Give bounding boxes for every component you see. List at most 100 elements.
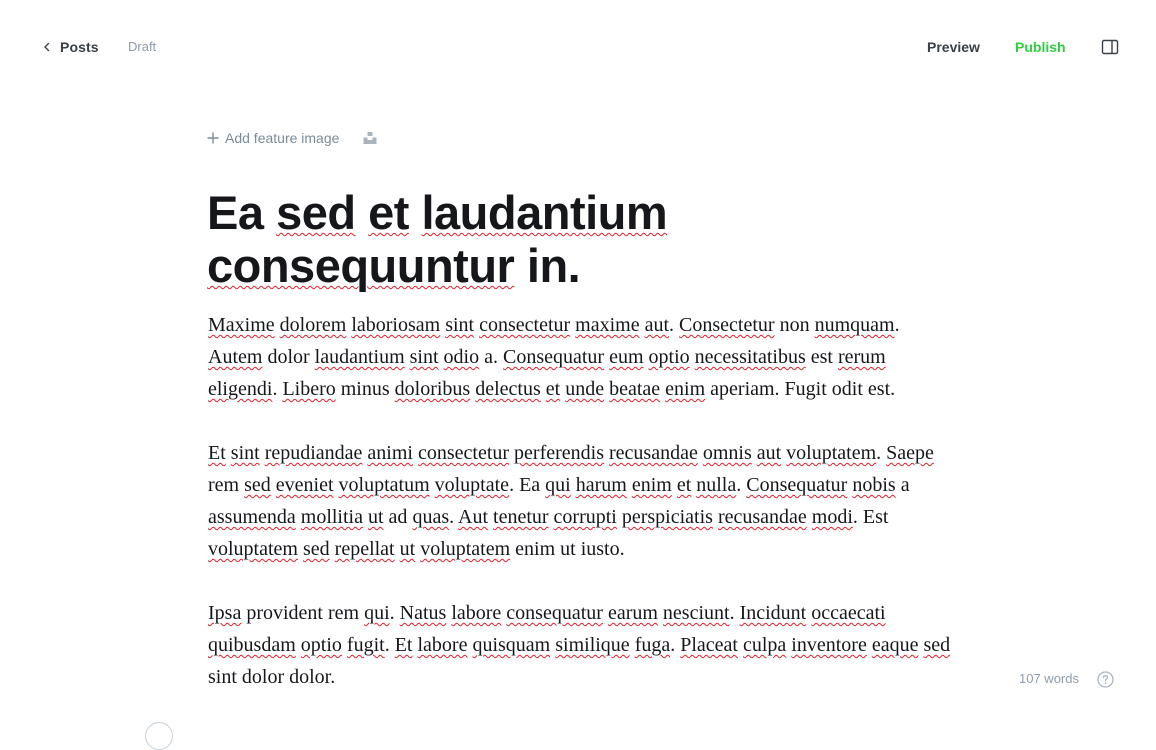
misspelled-word: earum [607, 602, 658, 624]
misspelled-word: Et [394, 634, 413, 656]
misspelled-word: eaque [871, 634, 919, 656]
plus-icon [207, 132, 219, 144]
misspelled-word: eum [609, 346, 644, 368]
text-segment: . [389, 602, 395, 624]
misspelled-word: nesciunt [662, 602, 730, 624]
misspelled-word: rerum [837, 346, 886, 368]
text-segment: aperiam. Fugit odit est. [710, 378, 896, 400]
text-segment: dolor [267, 346, 310, 368]
misspelled-word: harum [575, 474, 627, 496]
misspelled-word: voluptate [434, 474, 510, 496]
text-segment: . [669, 314, 675, 336]
text-segment: minus [340, 378, 390, 400]
misspelled-word: Incidunt [739, 602, 807, 624]
back-to-posts-link[interactable]: Posts [42, 37, 99, 57]
text-segment: a [900, 474, 910, 496]
misspelled-word: Consequatur [746, 474, 848, 496]
help-button[interactable] [1097, 671, 1114, 688]
misspelled-word: aut [756, 442, 782, 464]
misspelled-word: occaecati [811, 602, 886, 624]
misspelled-word: optio [648, 346, 690, 368]
text-segment: enim ut iusto. [515, 538, 625, 560]
misspelled-word: nulla [696, 474, 737, 496]
sidebar-toggle-icon[interactable] [1101, 39, 1119, 55]
misspelled-word: qui [545, 474, 571, 496]
text-segment: sint dolor dolor. [208, 666, 336, 688]
word-count: 107 words [1019, 671, 1079, 686]
misspelled-word: consectetur [479, 314, 571, 336]
misspelled-word: sint [230, 442, 260, 464]
text-segment: rem [208, 474, 240, 496]
misspelled-word: Consectetur [679, 314, 775, 336]
text-segment: Ea [207, 186, 264, 239]
post-title[interactable]: Ea sed et laudantium consequuntur in. [207, 186, 947, 292]
misspelled-word: Aut [458, 506, 489, 528]
add-feature-image-button[interactable]: Add feature image [207, 130, 339, 146]
misspelled-word: Saepe [886, 442, 934, 464]
paragraph[interactable]: Maxime dolorem laboriosam sint consectet… [208, 309, 953, 405]
misspelled-word: Et [208, 442, 226, 464]
misspelled-word: labore [417, 634, 468, 656]
misspelled-word: recusandae [609, 442, 698, 464]
misspelled-word: repudiandae [264, 442, 363, 464]
misspelled-word: et [368, 186, 409, 239]
publish-button[interactable]: Publish [1015, 37, 1066, 57]
misspelled-word: laboriosam [351, 314, 441, 336]
text-segment: est [810, 346, 833, 368]
misspelled-word: sed [276, 186, 356, 239]
misspelled-word: laudantium [314, 346, 405, 368]
misspelled-word: eligendi [208, 378, 273, 400]
paragraph[interactable]: Et sint repudiandae animi consectetur pe… [208, 437, 953, 565]
misspelled-word: quas [412, 506, 450, 528]
misspelled-word: et [545, 378, 561, 400]
misspelled-word: numquam [814, 314, 895, 336]
question-circle-icon [1097, 671, 1114, 688]
misspelled-word: consequatur [506, 602, 603, 624]
misspelled-word: similique [555, 634, 630, 656]
misspelled-word: sed [244, 474, 271, 496]
misspelled-word: nobis [852, 474, 896, 496]
misspelled-word: mollitia [300, 506, 363, 528]
misspelled-word: sed [302, 538, 330, 560]
misspelled-word: assumenda [208, 506, 296, 528]
misspelled-word: inventore [791, 634, 867, 656]
misspelled-word: dolorem [279, 314, 347, 336]
misspelled-word: et [676, 474, 692, 496]
misspelled-word: ut [367, 506, 384, 528]
misspelled-word: sint [445, 314, 475, 336]
misspelled-word: labore [451, 602, 502, 624]
paragraph[interactable]: Ipsa provident rem qui. Natus labore con… [208, 597, 953, 693]
misspelled-word: optio [300, 634, 342, 656]
misspelled-word: recusandae [717, 506, 807, 528]
misspelled-word: beatae [609, 378, 661, 400]
text-segment: . [894, 314, 900, 336]
back-label: Posts [60, 39, 99, 55]
misspelled-word: voluptatem [420, 538, 511, 560]
misspelled-word: Maxime [208, 314, 275, 336]
add-card-button[interactable] [145, 722, 173, 750]
text-segment: . Ea [509, 474, 541, 496]
misspelled-word: enim [665, 378, 706, 400]
misspelled-word: Ipsa [208, 602, 242, 624]
misspelled-word: perferendis [514, 442, 604, 464]
misspelled-word: animi [367, 442, 413, 464]
post-body[interactable]: Maxime dolorem laboriosam sint consectet… [208, 309, 953, 725]
misspelled-word: quibusdam [208, 634, 296, 656]
unsplash-icon[interactable] [363, 131, 377, 145]
text-segment: . [729, 602, 735, 624]
text-segment: . [670, 634, 676, 656]
misspelled-word: Libero [282, 378, 336, 400]
misspelled-word: corrupti [553, 506, 617, 528]
misspelled-word: consequuntur [207, 239, 515, 292]
misspelled-word: quisquam [472, 634, 551, 656]
text-segment: in. [526, 239, 581, 292]
misspelled-word: modi [811, 506, 853, 528]
misspelled-word: voluptatum [338, 474, 430, 496]
misspelled-word: repellat [334, 538, 395, 560]
preview-button[interactable]: Preview [927, 37, 980, 57]
chevron-left-icon [44, 42, 50, 52]
text-segment: non [779, 314, 810, 336]
misspelled-word: perspiciatis [621, 506, 713, 528]
misspelled-word: delectus [475, 378, 541, 400]
text-segment: provident rem [246, 602, 360, 624]
